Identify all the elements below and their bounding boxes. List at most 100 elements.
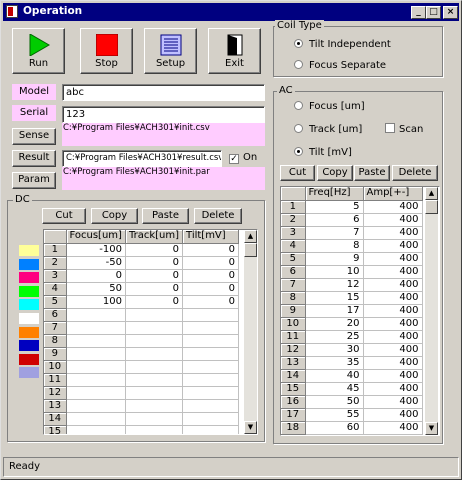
dc-cell[interactable] bbox=[125, 334, 184, 348]
dc-table-row[interactable]: 5 100 0 0 bbox=[44, 295, 240, 309]
ac-cut-button[interactable]: Cut bbox=[280, 165, 315, 181]
dc-cell[interactable] bbox=[182, 334, 240, 348]
ac-scan-checkbox[interactable]: Scan bbox=[385, 123, 423, 137]
ac-row-number[interactable]: 16 bbox=[281, 395, 306, 409]
dc-cell[interactable] bbox=[66, 334, 126, 348]
dc-scroll-thumb[interactable] bbox=[244, 243, 257, 257]
dc-cell[interactable]: 0 bbox=[125, 295, 184, 309]
dc-cell[interactable] bbox=[182, 412, 240, 426]
ac-table-row[interactable]: 17 55 400 bbox=[281, 408, 423, 422]
ac-paste-button[interactable]: Paste bbox=[354, 165, 390, 181]
dc-color-swatch[interactable] bbox=[19, 313, 39, 324]
dc-scroll-down-button[interactable]: ▼ bbox=[244, 421, 257, 434]
dc-row-number[interactable]: 7 bbox=[44, 321, 67, 335]
ac-column-header[interactable]: Amp[+-] bbox=[363, 187, 423, 201]
ac-table-row[interactable]: 4 8 400 bbox=[281, 239, 423, 253]
ac-cell[interactable]: 40 bbox=[305, 369, 364, 383]
dc-cell[interactable] bbox=[125, 425, 184, 434]
dc-row-number[interactable]: 11 bbox=[44, 373, 67, 387]
sense-button[interactable]: Sense bbox=[12, 128, 56, 145]
ac-table-row[interactable]: 6 10 400 bbox=[281, 265, 423, 279]
on-checkbox[interactable]: ✓ On bbox=[229, 151, 257, 165]
ac-table-row[interactable]: 10 20 400 bbox=[281, 317, 423, 331]
coil-focus-separate-radio[interactable]: Focus Separate bbox=[294, 59, 386, 73]
ac-cell[interactable]: 400 bbox=[363, 382, 423, 396]
ac-cell[interactable]: 400 bbox=[363, 213, 423, 227]
dc-cell[interactable]: 0 bbox=[125, 243, 184, 257]
ac-table-row[interactable]: 2 6 400 bbox=[281, 213, 423, 227]
dc-color-swatch[interactable] bbox=[19, 258, 39, 270]
radio-selected-icon[interactable] bbox=[294, 147, 303, 156]
dc-cell[interactable]: 0 bbox=[182, 256, 240, 270]
dc-table-row[interactable]: 15 bbox=[44, 425, 240, 434]
dc-table-row[interactable]: 10 bbox=[44, 360, 240, 374]
ac-cell[interactable]: 400 bbox=[363, 304, 423, 318]
dc-cell[interactable] bbox=[66, 373, 126, 387]
ac-row-number[interactable]: 1 bbox=[281, 200, 306, 214]
ac-delete-button[interactable]: Delete bbox=[392, 165, 438, 181]
ac-row-number[interactable]: 6 bbox=[281, 265, 306, 279]
dc-table-row[interactable]: 14 bbox=[44, 412, 240, 426]
dc-color-swatch[interactable] bbox=[19, 326, 39, 338]
dc-row-number[interactable]: 9 bbox=[44, 347, 67, 361]
dc-table-row[interactable]: 3000 bbox=[44, 269, 240, 283]
ac-cell[interactable]: 17 bbox=[305, 304, 364, 318]
minimize-button[interactable]: _ bbox=[411, 6, 426, 19]
run-button[interactable]: Run bbox=[12, 28, 65, 74]
ac-scroll-down-button[interactable]: ▼ bbox=[425, 422, 438, 435]
dc-cell[interactable] bbox=[66, 347, 126, 361]
ac-row-number[interactable]: 15 bbox=[281, 382, 306, 396]
ac-cell[interactable]: 400 bbox=[363, 330, 423, 344]
ac-table-row[interactable]: 11 25 400 bbox=[281, 330, 423, 344]
ac-cell[interactable]: 400 bbox=[363, 369, 423, 383]
radio-unselected-icon[interactable] bbox=[294, 60, 303, 69]
dc-cell[interactable] bbox=[125, 308, 184, 322]
serial-input[interactable]: 123 bbox=[62, 106, 265, 123]
ac-cell[interactable]: 400 bbox=[363, 252, 423, 266]
dc-cell[interactable]: 0 bbox=[182, 269, 240, 283]
dc-column-header[interactable]: Tilt[mV] bbox=[182, 230, 240, 244]
ac-row-number[interactable]: 10 bbox=[281, 317, 306, 331]
ac-row-number[interactable]: 14 bbox=[281, 369, 306, 383]
dc-cell[interactable] bbox=[125, 321, 184, 335]
on-checkbox-box[interactable]: ✓ bbox=[229, 154, 239, 164]
dc-cell[interactable]: 0 bbox=[182, 295, 240, 309]
coil-tilt-independent-radio[interactable]: Tilt Independent bbox=[294, 38, 391, 52]
dc-row-number[interactable]: 8 bbox=[44, 334, 67, 348]
dc-delete-button[interactable]: Delete bbox=[194, 208, 242, 224]
dc-row-number[interactable]: 15 bbox=[44, 425, 67, 434]
stop-button[interactable]: Stop bbox=[80, 28, 133, 74]
dc-row-number[interactable]: 13 bbox=[44, 399, 67, 413]
ac-cell[interactable]: 400 bbox=[363, 265, 423, 279]
ac-tilt-radio[interactable]: Tilt [mV] bbox=[294, 146, 352, 160]
ac-table-row[interactable]: 16 50 400 bbox=[281, 395, 423, 409]
ac-row-number[interactable]: 12 bbox=[281, 343, 306, 357]
ac-cell[interactable]: 400 bbox=[363, 356, 423, 370]
dc-table-row[interactable]: 1 -100 0 0 bbox=[44, 243, 240, 257]
radio-unselected-icon[interactable] bbox=[294, 101, 303, 110]
ac-row-number[interactable]: 13 bbox=[281, 356, 306, 370]
ac-cell[interactable]: 30 bbox=[305, 343, 364, 357]
ac-cell[interactable]: 15 bbox=[305, 291, 364, 305]
dc-color-swatch[interactable] bbox=[19, 299, 39, 311]
ac-scroll-up-button[interactable]: ▲ bbox=[425, 187, 438, 200]
dc-cell[interactable] bbox=[182, 386, 240, 400]
radio-unselected-icon[interactable] bbox=[294, 124, 303, 133]
ac-cell[interactable]: 8 bbox=[305, 239, 364, 253]
dc-cell[interactable] bbox=[125, 386, 184, 400]
dc-row-number[interactable]: 2 bbox=[44, 256, 67, 270]
dc-cell[interactable] bbox=[125, 347, 184, 361]
dc-row-number[interactable]: 3 bbox=[44, 269, 67, 283]
dc-cell[interactable] bbox=[182, 308, 240, 322]
dc-table-row[interactable]: 8 bbox=[44, 334, 240, 348]
ac-cell[interactable]: 10 bbox=[305, 265, 364, 279]
ac-row-number[interactable]: 7 bbox=[281, 278, 306, 292]
ac-table-row[interactable]: 8 15 400 bbox=[281, 291, 423, 305]
dc-row-number[interactable]: 6 bbox=[44, 308, 67, 322]
dc-row-number[interactable]: 12 bbox=[44, 386, 67, 400]
dc-row-number[interactable]: 4 bbox=[44, 282, 67, 296]
dc-grid[interactable]: Focus[um] Track[um] Tilt[mV] 1 -100 0 0 2 -50 0 0 3… bbox=[43, 229, 258, 435]
ac-cell[interactable]: 5 bbox=[305, 200, 364, 214]
dc-cell[interactable] bbox=[125, 373, 184, 387]
ac-cell[interactable]: 55 bbox=[305, 408, 364, 422]
